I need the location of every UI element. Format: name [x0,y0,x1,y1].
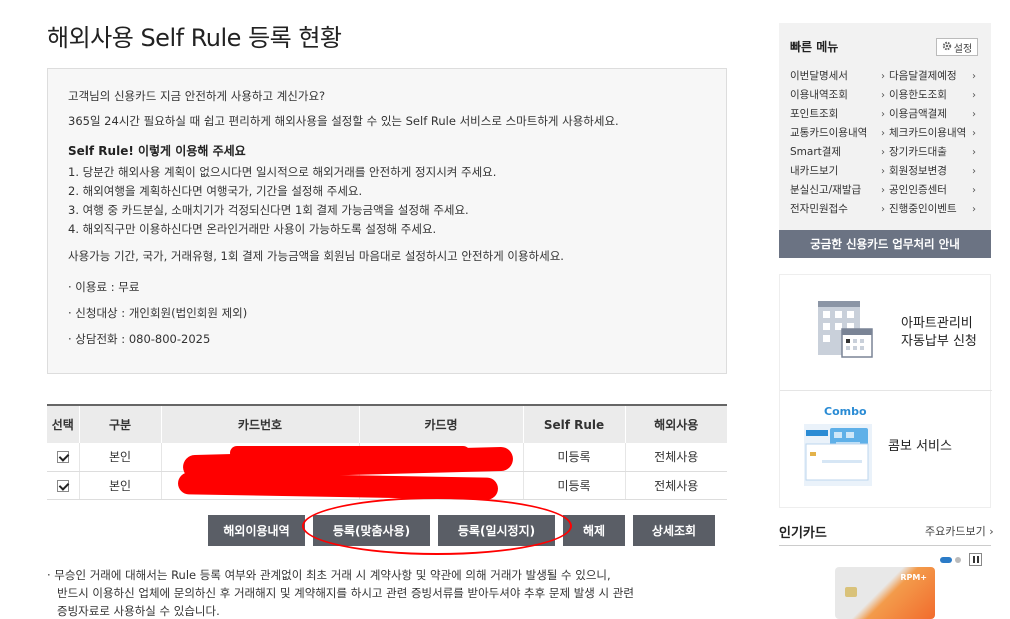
row-checkbox[interactable] [56,479,69,492]
detail-view-button[interactable]: 상세조회 [633,515,715,546]
card-guide-banner[interactable]: 궁금한 신용카드 업무처리 안내 [779,230,991,258]
carousel-dot[interactable] [955,556,961,563]
quick-menu-item[interactable]: 공인인증센터 › [889,181,980,200]
cell-type: 본인 [78,443,161,472]
cell-self-rule: 미등록 [522,443,625,472]
popular-cards-title: 인기카드 [779,526,827,541]
combo-service-promo[interactable]: Combo 콤보 서비스 [780,392,992,508]
quick-menu-grid: 이번달명세서 › 다음달결제예정 › 이용내역조회 › 이용한도조회 › 포인트조회 › … [790,67,980,219]
chevron-right-icon: › [881,147,885,158]
chevron-right-icon: › [881,166,885,177]
header-card-number: 카드번호 [160,404,359,443]
quick-menu-item[interactable]: 체크카드이용내역 › [889,124,980,143]
quick-menu: 빠른 메뉴 설정 이번달명세서 › 다음달결제예정 › 이용내역조회 › 이용한도조회… [779,23,991,230]
header-select: 선택 [47,404,79,443]
chevron-right-icon: › [972,147,976,158]
quick-menu-item[interactable]: 다음달결제예정 › [889,67,980,86]
step-1: 1. 당분간 해외사용 계획이 없으시다면 일시적으로 해외거래를 안전하게 정… [68,165,497,179]
intro-text-2: 365일 24시간 필요하실 때 쉽고 편리하게 해외사용을 설정할 수 있는 … [68,114,619,128]
chevron-right-icon: › [881,185,885,196]
apartment-autopay-promo[interactable]: 아파트관리비 자동납부 신청 [780,275,992,391]
quick-menu-item[interactable]: 이용금액결제 › [889,105,980,124]
cancel-rule-button[interactable]: 해제 [563,515,625,546]
quick-menu-item[interactable]: 교통카드이용내역 › [790,124,889,143]
pause-icon[interactable] [969,553,982,566]
divider [779,545,991,546]
quick-menu-item[interactable]: 전자민원접수 › [790,200,889,219]
intro-text-1: 고객님의 신용카드 지금 안전하게 사용하고 계신가요? [68,89,326,103]
how-to-title: Self Rule! 이렇게 이용해 주세요 [68,144,246,158]
chevron-right-icon: › [881,71,885,82]
popular-card-image[interactable]: RPM+ [835,567,935,619]
cell-overseas: 전체사용 [624,443,727,472]
quick-menu-item[interactable]: 장기카드대출 › [889,143,980,162]
chevron-right-icon: › [972,185,976,196]
major-cards-link[interactable]: 주요카드보기 › [925,523,994,539]
quick-menu-item[interactable]: 포인트조회 › [790,105,889,124]
header-type: 구분 [78,404,161,443]
promo-box: 아파트관리비 자동납부 신청 Combo 콤보 서비스 [779,274,992,508]
page-title: 해외사용 Self Rule 등록 현황 [47,24,342,52]
footnote-line-1: · 무승인 거래에 대해서는 Rule 등록 여부와 관계없이 최초 거래 시 … [47,568,611,582]
quick-menu-item[interactable]: 진행중인이벤트 › [889,200,980,219]
fee-info: · 이용료 : 무료 [68,280,140,294]
redaction-scribble [230,446,470,460]
combo-service-label: 콤보 서비스 [888,439,952,454]
quick-menu-item[interactable]: 내카드보기 › [790,162,889,181]
card-chip [845,587,857,597]
chevron-right-icon: › [972,204,976,215]
header-self-rule: Self Rule [522,404,625,443]
chevron-right-icon: › [881,128,885,139]
footnote-line-2: 반드시 이용하신 업체에 문의하신 후 거래해지 및 계약해지를 하시고 관련 … [57,586,634,600]
header-overseas: 해외사용 [624,404,727,443]
quick-menu-item[interactable]: 회원정보변경 › [889,162,980,181]
combo-logo: Combo [824,405,867,418]
quick-menu-item[interactable]: 이번달명세서 › [790,67,889,86]
notice-box: 고객님의 신용카드 지금 안전하게 사용하고 계신가요? 365일 24시간 필… [47,68,727,374]
cell-self-rule: 미등록 [522,471,625,500]
row-checkbox[interactable] [56,451,69,464]
summary-text: 사용가능 기간, 국가, 거래유형, 1회 결제 가능금액을 회원님 마음대로 … [68,249,564,263]
quick-menu-settings-button[interactable]: 설정 [936,38,978,56]
carousel-controls [940,553,982,566]
apt-promo-line-1: 아파트관리비 [901,316,973,331]
overseas-history-button[interactable]: 해외이용내역 [208,515,305,546]
quick-menu-item[interactable]: 이용한도조회 › [889,86,980,105]
footnote: · 무승인 거래에 대해서는 Rule 등록 여부와 관계없이 최초 거래 시 … [47,566,727,619]
cell-type: 본인 [78,471,161,500]
target-info: · 신청대상 : 개인회원(법인회원 제외) [68,306,248,320]
quick-menu-title: 빠른 메뉴 [790,40,839,54]
quick-menu-item[interactable]: Smart결제 › [790,143,889,162]
step-3: 3. 여행 중 카드분실, 소매치기가 걱정되신다면 1회 결제 가능금액을 설… [68,203,469,217]
chevron-right-icon: › [881,109,885,120]
table-header-row: 선택 구분 카드번호 카드명 Self Rule 해외사용 [47,404,727,443]
header-card-name: 카드명 [358,404,523,443]
building-calendar-icon [814,301,876,367]
chevron-right-icon: › [972,90,976,101]
chevron-right-icon: › [881,90,885,101]
phone-info: · 상담전화 : 080-800-2025 [68,332,211,346]
carousel-dot-active[interactable] [940,556,952,563]
combo-card-icon [802,422,874,492]
apt-promo-line-2: 자동납부 신청 [901,334,977,349]
chevron-right-icon: › [972,109,976,120]
gear-icon [942,41,952,54]
red-circle-annotation [302,497,572,555]
footnote-line-3: 증빙자료로 사용하실 수 있습니다. [57,604,220,618]
chevron-right-icon: › [881,204,885,215]
cell-overseas: 전체사용 [624,471,727,500]
step-4: 4. 해외직구만 이용하신다면 온라인거래만 사용이 가능하도록 설정해 주세요… [68,222,437,236]
chevron-right-icon: › [972,166,976,177]
chevron-right-icon: › [972,128,976,139]
quick-menu-item[interactable]: 이용내역조회 › [790,86,889,105]
card-brand-label: RPM+ [900,573,927,582]
step-2: 2. 해외여행을 계획하신다면 여행국가, 기간을 설정해 주세요. [68,184,363,198]
settings-label: 설정 [953,43,973,55]
quick-menu-item[interactable]: 분실신고/재발급 › [790,181,889,200]
chevron-right-icon: › [972,71,976,82]
